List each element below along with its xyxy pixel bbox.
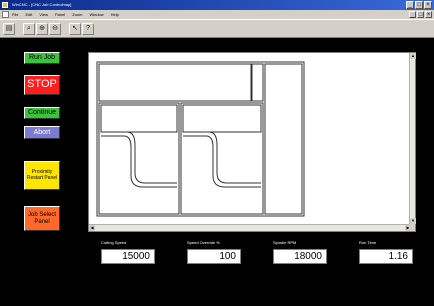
minimize-button[interactable]: _ [406,1,414,9]
app-icon [2,2,8,8]
document-icon[interactable] [2,11,9,18]
part-left-block [98,102,180,215]
abort-button[interactable]: Abort [24,126,60,139]
zoom-in-icon[interactable]: ⊕ [36,22,48,35]
window-title: WinCNC - [CNC Job Controlmap] [12,2,72,7]
open-icon[interactable]: ▤ [3,22,15,35]
menu-zoom[interactable]: Zoom [72,10,82,19]
doc-restore-button[interactable]: □ [417,11,424,18]
doc-close-button[interactable]: × [425,11,432,18]
menu-window[interactable]: Window [89,10,103,19]
scrollbar-corner [409,224,415,231]
spindle-rpm-label: Spindle RPM [273,240,297,245]
part-right-strip [264,63,303,215]
part-middle-block [180,102,264,215]
left-curve-inner [101,135,177,188]
menu-view[interactable]: View [39,10,48,19]
menu-help[interactable]: Help [111,10,119,19]
zoom-icon[interactable]: ⌕ [23,22,35,35]
middle-curve-inner [183,135,261,188]
run-time-readout: Run Time 1.16 [359,240,413,264]
run-time-value: 1.16 [359,249,413,264]
help-icon[interactable]: ? [82,22,94,35]
cutting-speed-value: 15000 [101,249,155,264]
cutting-speed-readout: Cutting Speed 15000 [101,240,155,264]
part-top-rect [98,63,252,102]
toolbar: ▤ ⌕ ⊕ ⊖ ↖ ? [0,19,434,38]
menu-bar: File Edit View Panel Zoom Window Help _ … [0,10,434,19]
vertical-scrollbar[interactable]: ▲ ▼ [409,53,416,224]
spindle-rpm-value: 18000 [273,249,327,264]
middle-curve-outer [183,131,261,184]
toolpath-drawing [96,61,305,217]
stop-button[interactable]: STOP [24,75,60,95]
part-middle-inner [182,104,262,133]
scroll-left-arrow[interactable]: ◀ [89,225,95,231]
sheet-outline [96,61,305,217]
maximize-button[interactable]: □ [415,1,423,9]
left-curve-outer [101,131,177,184]
continue-button[interactable]: Continue [24,107,60,119]
cutting-speed-label: Cutting Speed [101,240,127,245]
scroll-up-arrow[interactable]: ▲ [410,53,416,59]
job-select-panel-button[interactable]: Job Select Panel [24,206,60,231]
run-job-button[interactable]: Run Job [24,52,60,64]
window-titlebar: WinCNC - [CNC Job Controlmap] _ □ × [0,0,434,10]
menu-edit[interactable]: Edit [25,10,32,19]
horizontal-scrollbar[interactable]: ◀ ▶ [89,224,411,231]
menu-file[interactable]: File [12,10,18,19]
speed-override-readout: Speed Override % 100 [187,240,241,264]
spindle-rpm-readout: Spindle RPM 18000 [273,240,327,264]
proximity-restart-panel-button[interactable]: Proximity Restart Panel [24,161,60,190]
menu-panel[interactable]: Panel [55,10,65,19]
close-button[interactable]: × [424,1,432,9]
zoom-out-icon[interactable]: ⊖ [49,22,61,35]
doc-minimize-button[interactable]: _ [409,11,416,18]
speed-override-label: Speed Override % [187,240,220,245]
part-left-inner [100,104,178,133]
pointer-icon[interactable]: ↖ [69,22,81,35]
part-top-strip [251,63,264,102]
run-time-label: Run Time [359,240,377,245]
speed-override-value[interactable]: 100 [187,249,241,264]
toolpath-viewer[interactable]: ▲ ▼ ◀ ▶ [88,52,416,232]
